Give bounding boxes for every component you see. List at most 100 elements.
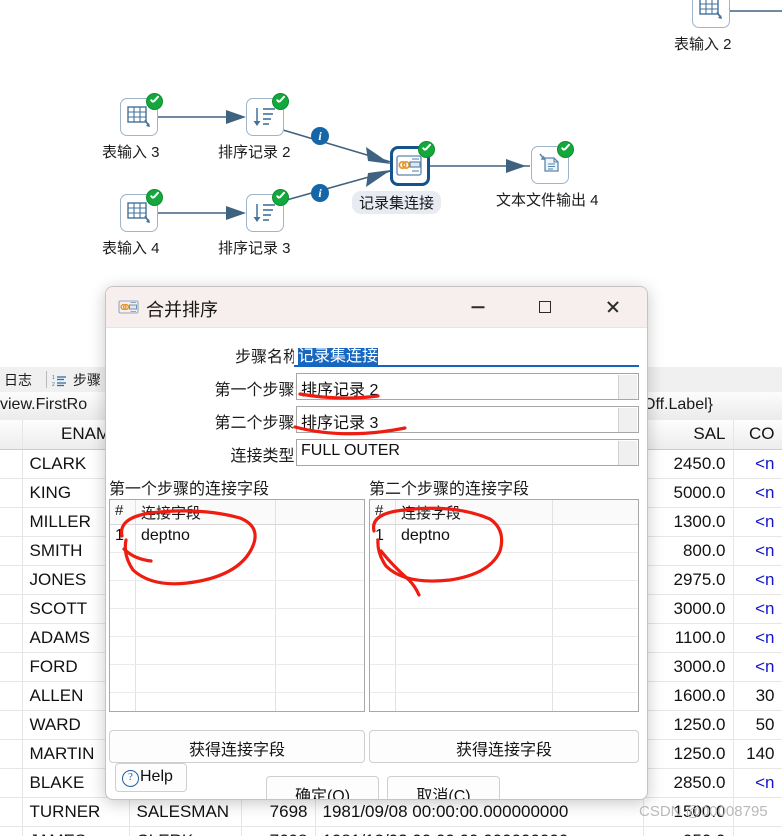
right-column-header-field: 连接字段: [401, 505, 462, 522]
join-type-combo[interactable]: FULL OUTER: [296, 439, 639, 466]
column-divider: [275, 525, 276, 552]
column-divider: [135, 525, 136, 552]
right-join-field-row-empty[interactable]: [370, 581, 638, 609]
status-ok-icon: [146, 189, 163, 206]
dialog-titlebar[interactable]: 合并排序: [106, 287, 647, 328]
left-get-join-fields-label: 获得连接字段: [188, 742, 285, 759]
column-header-comm[interactable]: CO: [733, 420, 782, 450]
subheader-right: Off.Label}: [643, 396, 713, 413]
left-join-field-row-empty[interactable]: [110, 665, 364, 693]
hop-info-badge[interactable]: i: [311, 127, 329, 145]
tab-steps[interactable]: 1 2 步骤: [52, 370, 101, 390]
node-label-table-input-2: 表输入 2: [674, 36, 732, 53]
dialog-title: 合并排序: [146, 300, 218, 320]
join-type-value: FULL OUTER: [301, 442, 400, 459]
cell-mgr: 7698: [241, 826, 316, 836]
first-step-value: 排序记录 2: [301, 382, 379, 399]
cell-sal: 2450.0: [643, 449, 734, 479]
chevron-down-icon[interactable]: [618, 408, 637, 432]
merge-join-icon: [390, 141, 435, 186]
left-group-title: 第一个步骤的连接字段: [109, 481, 270, 498]
column-header-sal[interactable]: SAL: [643, 420, 734, 450]
node-label-table-input-3: 表输入 3: [102, 144, 160, 161]
right-join-field-row-empty[interactable]: [370, 637, 638, 665]
left-column-header-field: 连接字段: [141, 505, 202, 522]
left-join-fields-header: # 连接字段: [110, 500, 364, 525]
chevron-down-icon[interactable]: [618, 441, 637, 465]
cell-job: SALESMAN: [129, 797, 242, 827]
step-name-input[interactable]: 记录集连接: [294, 340, 639, 367]
help-button[interactable]: ? Help: [115, 763, 187, 792]
right-join-field-name: deptno: [401, 527, 450, 544]
hop-info-badge[interactable]: i: [311, 184, 329, 202]
cell-comm: 30: [733, 681, 782, 711]
row-index-cell: [0, 507, 23, 537]
right-join-field-row-empty[interactable]: [370, 609, 638, 637]
close-button[interactable]: [590, 287, 636, 327]
left-join-field-row-empty[interactable]: [110, 581, 364, 609]
cell-comm: <n: [733, 536, 782, 566]
right-join-field-num: 1: [375, 527, 384, 544]
right-join-field-row-empty[interactable]: [370, 693, 638, 711]
cell-comm: <n: [733, 478, 782, 508]
left-join-fields-table[interactable]: # 连接字段 1 deptno: [109, 499, 365, 712]
row-index-cell: [0, 768, 23, 798]
node-label-sort-rows-3: 排序记录 3: [218, 240, 291, 257]
cancel-button[interactable]: 取消(C): [387, 776, 500, 799]
cell-sal: 1300.0: [643, 507, 734, 537]
right-join-fields-header: # 连接字段: [370, 500, 638, 525]
first-step-label: 第一个步骤:: [214, 382, 299, 399]
step-name-row: 步骤名称 记录集连接: [106, 340, 647, 368]
row-index-cell: [0, 797, 23, 827]
step-name-value: 记录集连接: [298, 348, 379, 365]
cell-comm: 50: [733, 710, 782, 740]
cell-sal: 3000.0: [643, 652, 734, 682]
cell-comm: [733, 826, 782, 836]
steps-icon: 1 2: [52, 372, 69, 388]
row-index-cell: [0, 652, 23, 682]
row-index-header: [0, 420, 23, 450]
minimize-button[interactable]: [455, 287, 501, 327]
step-name-label: 步骤名称: [234, 349, 299, 366]
row-index-cell: [0, 478, 23, 508]
right-join-field-row-empty[interactable]: [370, 553, 638, 581]
left-join-field-row-empty[interactable]: [110, 637, 364, 665]
second-step-combo[interactable]: 排序记录 3: [296, 406, 639, 433]
first-step-combo[interactable]: 排序记录 2: [296, 373, 639, 400]
table-row[interactable]: JAMESCLERK76981981/12/03 00:00:00.000000…: [0, 826, 782, 836]
cell-sal: 5000.0: [643, 478, 734, 508]
merge-join-dialog[interactable]: 合并排序 步骤名称 记录集连接 第一个步骤: 排序记录 2 第二个步骤: 排序记…: [105, 286, 648, 800]
merge-join-icon: [118, 299, 139, 314]
chevron-down-icon[interactable]: [618, 375, 637, 399]
right-join-field-row[interactable]: 1 deptno: [370, 525, 638, 553]
tab-log[interactable]: 日志: [4, 370, 32, 394]
column-divider: [395, 525, 396, 552]
left-join-field-row-empty[interactable]: [110, 609, 364, 637]
close-icon: [606, 300, 620, 314]
column-divider: [135, 500, 136, 524]
cell-job: CLERK: [129, 826, 242, 836]
left-join-field-row[interactable]: 1 deptno: [110, 525, 364, 553]
node-label-text-file-output-4: 文本文件输出 4: [496, 192, 599, 209]
maximize-button[interactable]: [522, 287, 568, 327]
tab-steps-label: 步骤: [72, 372, 101, 388]
left-get-join-fields-button[interactable]: 获得连接字段: [109, 730, 365, 763]
left-join-field-row-empty[interactable]: [110, 553, 364, 581]
cell-sal: 800.0: [643, 536, 734, 566]
cell-sal: 1250.0: [643, 739, 734, 769]
row-index-cell: [0, 449, 23, 479]
right-join-fields-table[interactable]: # 连接字段 1 deptno: [369, 499, 639, 712]
left-join-field-row-empty[interactable]: [110, 693, 364, 711]
minimize-icon: [471, 306, 485, 308]
right-join-field-row-empty[interactable]: [370, 665, 638, 693]
question-mark-icon: ?: [122, 770, 139, 787]
cell-sal: 2850.0: [643, 768, 734, 798]
text-file-output-icon: [531, 141, 574, 184]
right-get-join-fields-label: 获得连接字段: [455, 742, 552, 759]
node-label-table-input-4: 表输入 4: [102, 240, 160, 257]
right-get-join-fields-button[interactable]: 获得连接字段: [369, 730, 639, 763]
left-join-field-name: deptno: [141, 527, 190, 544]
ok-button[interactable]: 确定(O): [266, 776, 379, 799]
column-divider: [552, 500, 553, 524]
first-step-row: 第一个步骤: 排序记录 2: [106, 373, 647, 401]
